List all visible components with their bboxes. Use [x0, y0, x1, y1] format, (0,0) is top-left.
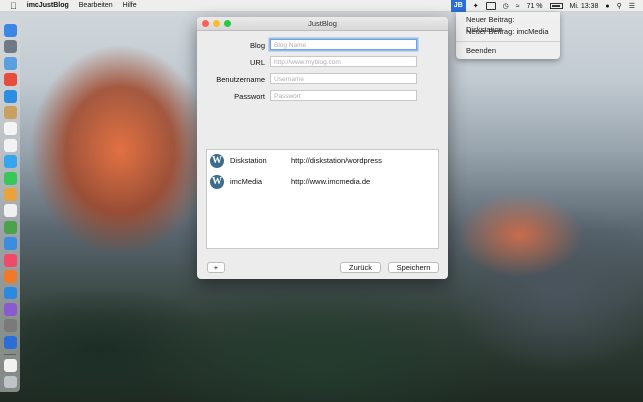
blog-name-input[interactable]: Blog Name	[270, 39, 417, 50]
blog-url: http://diskstation/wordpress	[291, 156, 382, 165]
app-menu[interactable]: imcJustBlog	[27, 2, 69, 9]
itunes-icon[interactable]	[3, 253, 17, 267]
document-icon[interactable]	[3, 359, 17, 373]
dock-separator	[4, 354, 16, 356]
ibooks-icon[interactable]	[3, 270, 17, 283]
user-icon[interactable]: ●	[605, 3, 609, 10]
wordpress-icon: W	[210, 153, 224, 168]
system-preferences-icon[interactable]	[3, 319, 17, 333]
blog-url: http://www.imcmedia.de	[291, 177, 371, 186]
apple-menu-icon[interactable]: 	[10, 1, 17, 11]
chrome-icon[interactable]	[3, 73, 17, 87]
justblog-app-icon[interactable]	[3, 335, 17, 349]
justblog-window: JustBlog Blog Blog Name URL http://www.m…	[197, 17, 448, 279]
battery-percent[interactable]: 71 %	[527, 3, 543, 10]
window-titlebar[interactable]: JustBlog	[197, 17, 448, 31]
menu-bar:  imcJustBlog Bearbeiten Hilfe JB ✦ ◷ ≈ …	[0, 0, 643, 12]
password-label: Passwort	[234, 92, 265, 101]
keynote-icon[interactable]	[3, 237, 17, 251]
extension-icon[interactable]: ✦	[473, 2, 479, 10]
finder-icon[interactable]	[3, 24, 17, 37]
launchpad-icon[interactable]	[3, 40, 17, 54]
pages-icon[interactable]	[3, 204, 17, 218]
list-item[interactable]: W Diskstation http://diskstation/wordpre…	[207, 150, 438, 171]
password-row: Passwort Passwort	[197, 89, 448, 106]
blog-row: Blog Blog Name	[197, 38, 448, 55]
blog-name: Diskstation	[230, 156, 267, 165]
list-item[interactable]: W imcMedia http://www.imcmedia.de	[207, 171, 438, 192]
contacts-icon[interactable]	[3, 106, 17, 119]
menu-item-new-post-diskstation[interactable]: Neuer Beitrag: Diskstation	[456, 14, 560, 34]
clock[interactable]: Mi. 13:38	[570, 3, 599, 10]
zoom-button[interactable]	[224, 20, 231, 27]
airplay-icon[interactable]	[485, 2, 496, 10]
menu-separator	[456, 41, 560, 42]
time-machine-icon[interactable]: ◷	[503, 2, 509, 10]
add-blog-button[interactable]: +	[207, 262, 225, 273]
dock	[0, 20, 20, 392]
safari-icon[interactable]	[3, 89, 17, 103]
button-row: + Zurück Speichern	[197, 262, 448, 274]
menu-item-new-post-imcmedia[interactable]: Neuer Beitrag: imcMedia	[456, 26, 560, 38]
save-button[interactable]: Speichern	[388, 262, 439, 273]
justblog-status-item[interactable]: JB	[450, 0, 466, 12]
close-button[interactable]	[202, 20, 209, 27]
photos-icon[interactable]	[3, 188, 17, 201]
blog-name: imcMedia	[230, 177, 263, 186]
mission-control-icon[interactable]	[3, 56, 17, 70]
app-store-icon[interactable]	[3, 286, 17, 300]
menu-bearbeiten[interactable]: Bearbeiten	[79, 2, 113, 9]
status-menu: Neuer Beitrag: Diskstation Neuer Beitrag…	[456, 12, 560, 59]
battery-icon[interactable]	[549, 3, 563, 9]
wordpress-icon: W	[210, 174, 224, 189]
window-title: JustBlog	[308, 19, 337, 28]
url-input[interactable]: http://www.myblog.com	[270, 56, 417, 67]
username-label: Benutzername	[216, 75, 265, 84]
notification-center-icon[interactable]: ☰	[629, 2, 635, 10]
calendar-icon[interactable]	[3, 122, 17, 136]
username-row: Benutzername Username	[197, 72, 448, 89]
back-button[interactable]: Zurück	[340, 262, 381, 273]
minimize-button[interactable]	[213, 20, 220, 27]
spotlight-search-icon[interactable]: ⚲	[617, 2, 622, 10]
trash-icon[interactable]	[3, 375, 17, 389]
menu-hilfe[interactable]: Hilfe	[123, 2, 137, 9]
podcasts-icon[interactable]	[3, 302, 17, 316]
blog-form: Blog Blog Name URL http://www.myblog.com…	[197, 38, 448, 106]
wifi-icon[interactable]: ≈	[516, 3, 520, 10]
blog-label: Blog	[249, 41, 265, 50]
facetime-icon[interactable]	[3, 171, 17, 185]
notes-icon[interactable]	[3, 138, 17, 152]
blog-list[interactable]: W Diskstation http://diskstation/wordpre…	[206, 149, 439, 249]
url-row: URL http://www.myblog.com	[197, 55, 448, 72]
username-input[interactable]: Username	[270, 73, 417, 84]
numbers-icon[interactable]	[3, 220, 17, 234]
messages-icon[interactable]	[3, 155, 17, 169]
url-label: URL	[249, 58, 265, 67]
menu-item-quit[interactable]: Beenden	[456, 45, 560, 57]
password-input[interactable]: Passwort	[270, 90, 417, 101]
